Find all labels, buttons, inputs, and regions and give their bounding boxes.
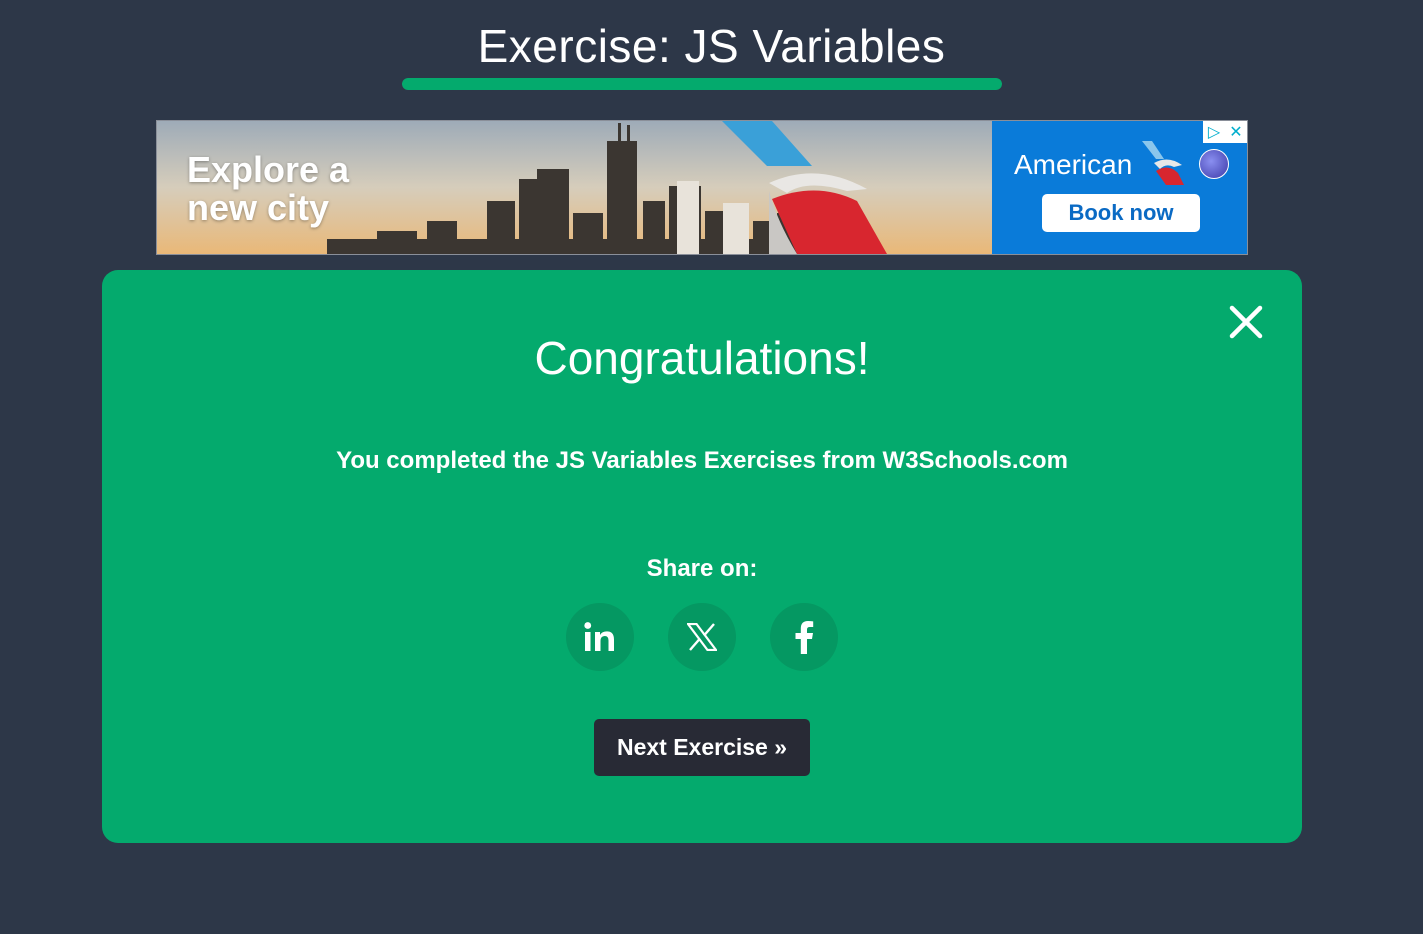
airline-logo-icon	[1142, 141, 1184, 185]
page-title: Exercise: JS Variables	[477, 20, 946, 72]
ad-choices[interactable]: ▷ ✕	[1203, 121, 1247, 143]
completion-message: You completed the JS Variables Exercises…	[336, 447, 1068, 474]
modal-heading: Congratulations!	[534, 332, 870, 384]
book-now-button[interactable]: Book now	[1042, 194, 1200, 232]
share-label: Share on:	[646, 555, 758, 582]
ad-headline: Explore a new city	[187, 151, 447, 227]
progress-bar	[402, 78, 1002, 90]
progress-bar-fill	[402, 78, 1002, 90]
oneworld-icon	[1199, 149, 1229, 179]
ad-headline-line1: Explore a	[187, 149, 350, 190]
congratulations-modal: Congratulations! You completed the JS Va…	[102, 270, 1302, 843]
exercise-page: Exercise: JS Variables Explore a new cit…	[0, 0, 1423, 934]
x-icon	[687, 623, 717, 651]
share-linkedin-button[interactable]	[566, 603, 634, 671]
share-x-button[interactable]	[668, 603, 736, 671]
share-facebook-button[interactable]	[770, 603, 838, 671]
ad-banner[interactable]: Explore a new city American Book now ▷ ✕	[156, 120, 1248, 255]
facebook-icon	[795, 621, 814, 654]
ad-brand-name: American	[1014, 149, 1133, 180]
linkedin-icon	[584, 622, 614, 651]
ad-close-icon[interactable]: ✕	[1225, 121, 1247, 143]
ad-choices-icon[interactable]: ▷	[1203, 121, 1225, 143]
ad-headline-line2: new city	[187, 187, 330, 228]
next-exercise-button[interactable]: Next Exercise »	[594, 719, 810, 776]
share-buttons	[566, 603, 838, 671]
